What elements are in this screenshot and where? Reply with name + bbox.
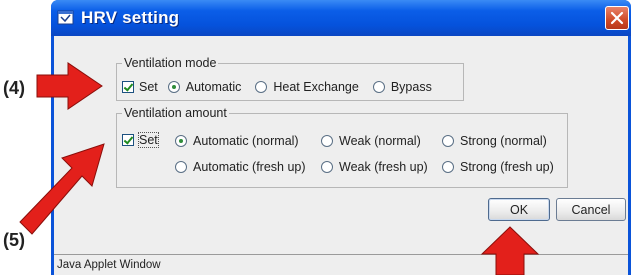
radio-label: Bypass [390,80,432,94]
radio-label: Automatic (normal) [193,134,299,148]
radio-label: Strong (fresh up) [460,160,554,174]
radio-unselected-icon [321,135,333,147]
ventilation-mode-set-checkbox[interactable]: Set [122,80,158,94]
radio-label: Weak (fresh up) [339,160,428,174]
radio-label: Weak (normal) [339,134,421,148]
radio-selected-icon [175,135,187,147]
ventilation-amount-set-checkbox[interactable]: Set [122,132,159,148]
annotation-arrow-ok [480,226,540,275]
ventilation-mode-row: Set Automatic Heat Exchange Bypass [122,80,432,94]
radio-amount-weak-fresh-up[interactable]: Weak (fresh up) [321,160,442,174]
ventilation-mode-set-label: Set [139,80,158,94]
radio-unselected-icon [372,81,385,93]
checkbox-checked-icon [122,81,134,93]
title-bar[interactable]: HRV setting [51,0,631,36]
radio-label: Strong (normal) [460,134,547,148]
ventilation-amount-row-fresh-up: Automatic (fresh up) Weak (fresh up) Str… [175,160,554,174]
radio-selected-icon [167,81,180,93]
radio-unselected-icon [442,135,454,147]
cancel-button[interactable]: Cancel [556,198,626,221]
radio-label: Heat Exchange [273,80,359,94]
applet-icon [57,10,74,25]
radio-mode-bypass[interactable]: Bypass [372,80,432,94]
radio-unselected-icon [255,81,268,93]
ventilation-amount-row-normal: Automatic (normal) Weak (normal) Strong … [175,134,547,148]
close-button[interactable] [605,6,629,30]
radio-label: Automatic (fresh up) [193,160,306,174]
radio-unselected-icon [321,161,333,173]
annotation-arrow-5 [19,143,105,235]
ok-button[interactable]: OK [488,198,550,221]
radio-amount-weak-normal[interactable]: Weak (normal) [321,134,442,148]
radio-label: Automatic [185,80,242,94]
radio-unselected-icon [442,161,454,173]
radio-amount-automatic-normal[interactable]: Automatic (normal) [175,134,321,148]
annotation-arrow-4 [36,62,103,110]
radio-amount-automatic-fresh-up[interactable]: Automatic (fresh up) [175,160,321,174]
radio-unselected-icon [175,161,187,173]
radio-amount-strong-normal[interactable]: Strong (normal) [442,134,547,148]
status-text: Java Applet Window [57,259,161,271]
checkbox-checked-icon [122,134,134,146]
ventilation-mode-legend: Ventilation mode [124,56,217,70]
close-icon [610,11,624,25]
status-bar: Java Applet Window [54,254,628,275]
annotation-label-4: (4) [3,78,25,98]
dialog-content: Ventilation mode Set Automatic Heat Exch… [54,36,628,275]
window-title: HRV setting [81,8,180,27]
ventilation-amount-legend: Ventilation amount [124,106,227,120]
ventilation-mode-group: Ventilation mode [116,56,464,101]
radio-mode-automatic[interactable]: Automatic [167,80,242,94]
ventilation-amount-set-label: Set [138,132,159,148]
radio-mode-heat-exchange[interactable]: Heat Exchange [255,80,359,94]
hrv-setting-dialog: HRV setting Ventilation mode Set Automat… [51,0,631,275]
radio-amount-strong-fresh-up[interactable]: Strong (fresh up) [442,160,554,174]
